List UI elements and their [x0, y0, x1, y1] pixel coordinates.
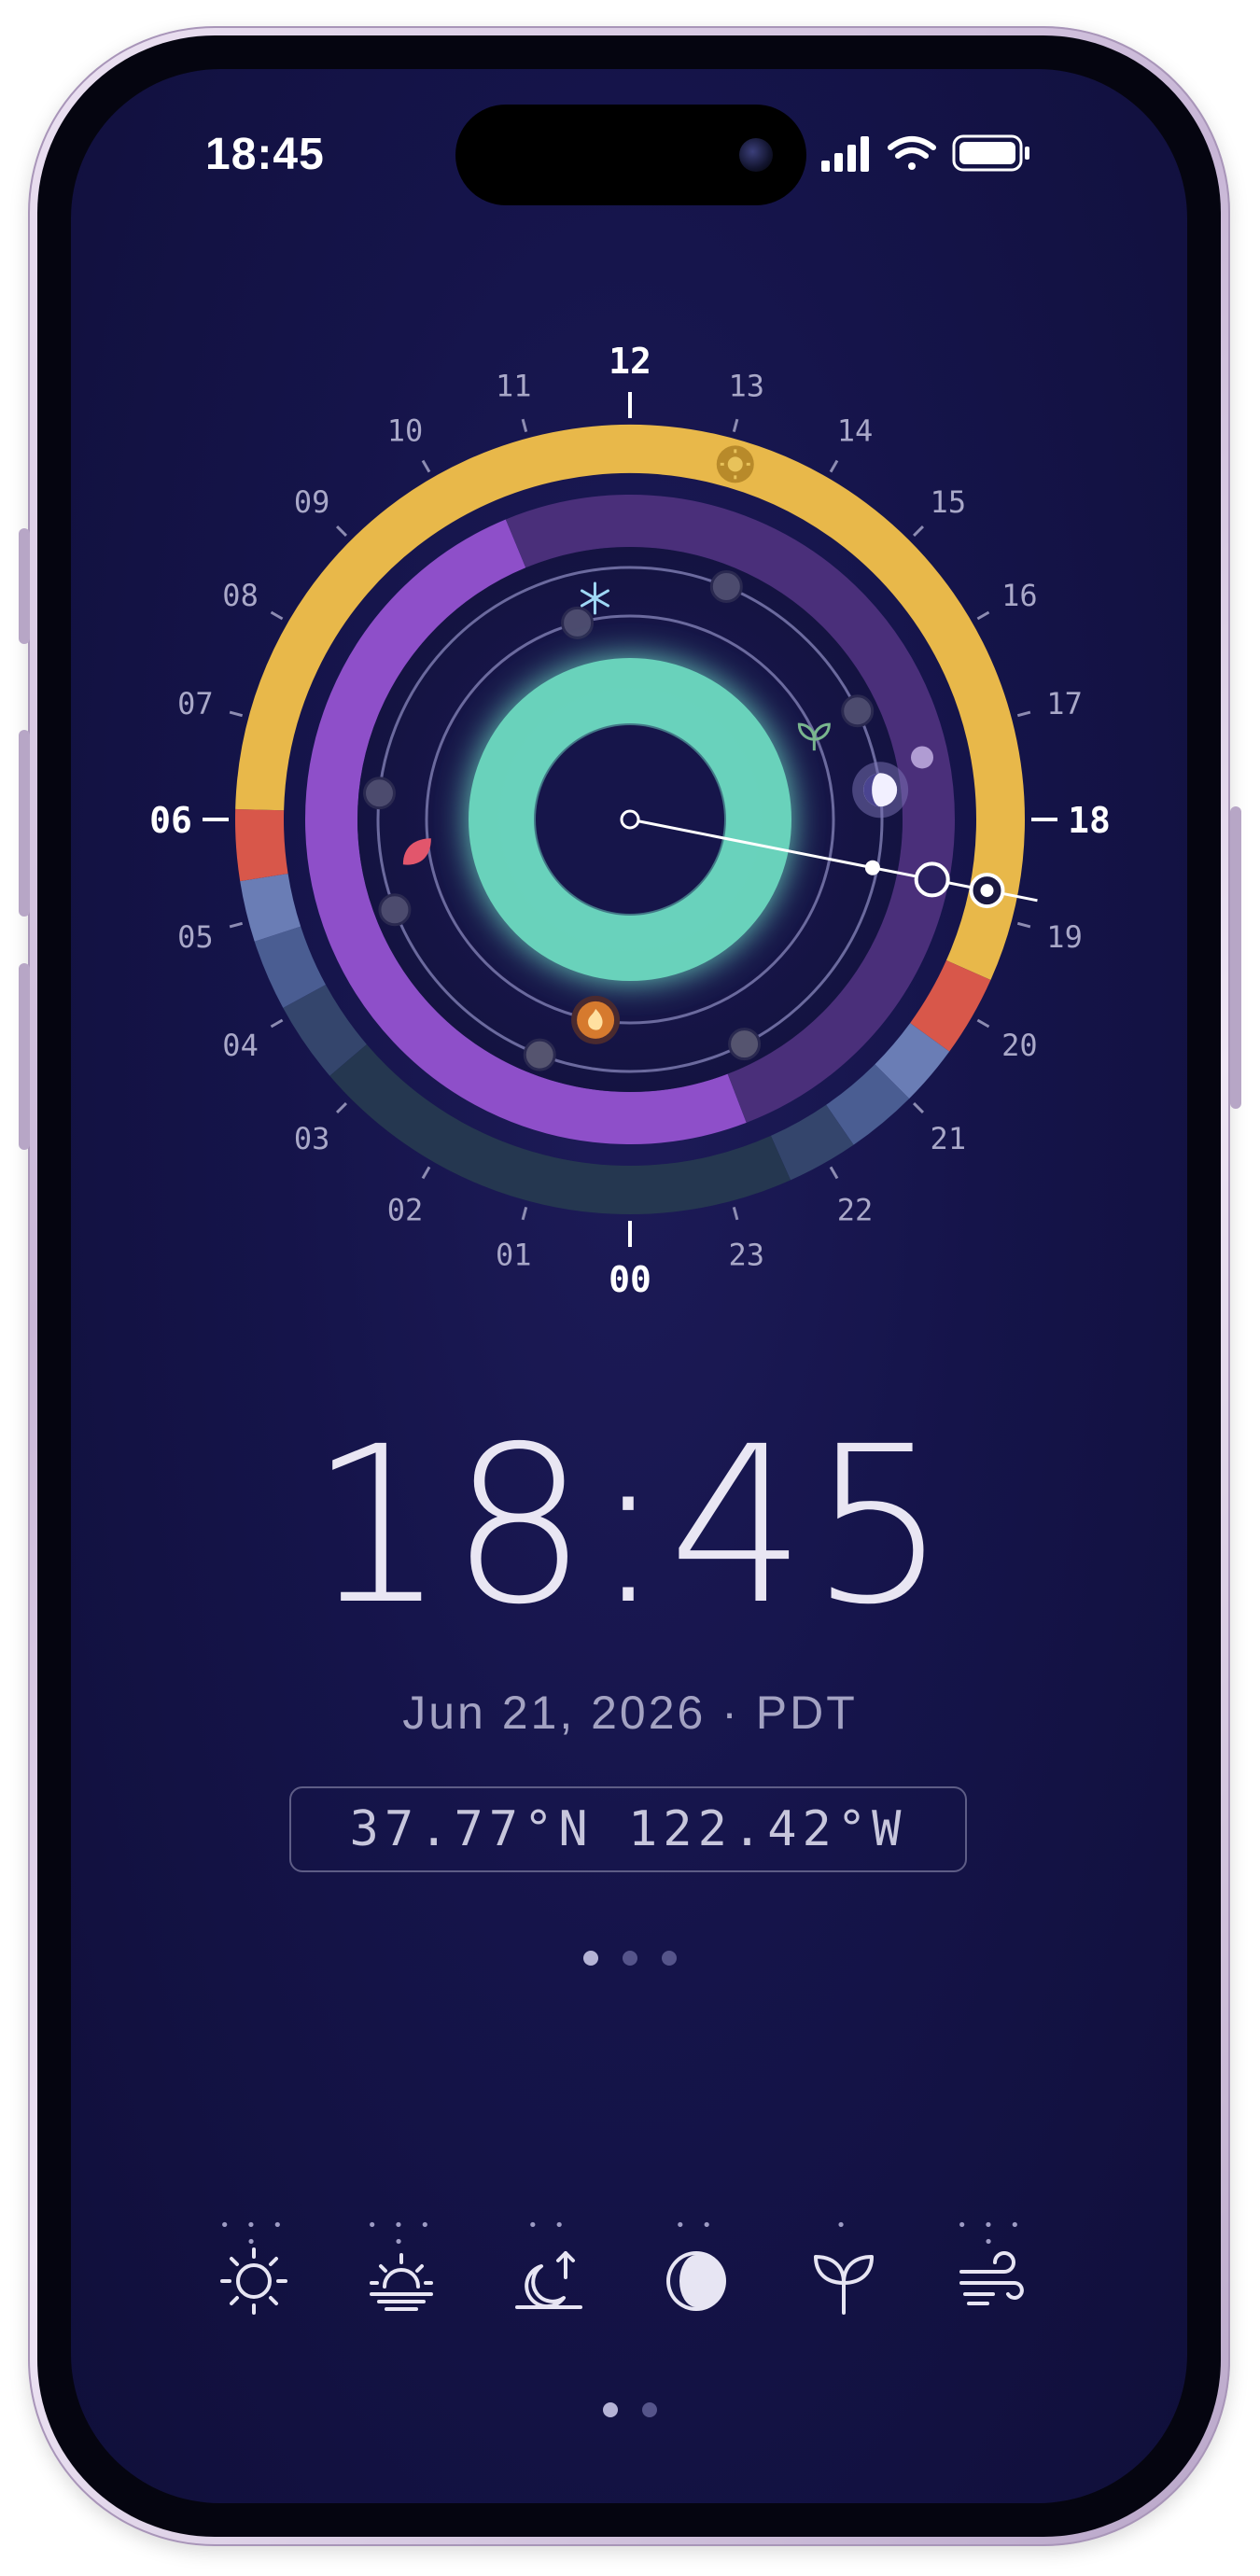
coordinates-box[interactable]: 37.77°N 122.42°W [289, 1786, 967, 1872]
hour-tick [732, 1206, 739, 1221]
moon-phase-icon [666, 2251, 726, 2311]
hour-tick [421, 459, 431, 473]
hour-label: 02 [387, 1192, 424, 1227]
hour-label: 23 [728, 1238, 764, 1273]
hour-tick [912, 525, 925, 538]
dusk-blue-hour-arc [875, 1022, 950, 1099]
flame-icon[interactable] [571, 995, 621, 1044]
hour-label: 15 [931, 484, 967, 520]
tool-pips: • • [527, 2216, 570, 2235]
hour-tick [1016, 921, 1031, 929]
hour-label: 22 [837, 1192, 874, 1227]
hour-label: 04 [222, 1028, 259, 1063]
hour-label: 06 [149, 800, 192, 841]
hour-label: 01 [496, 1238, 532, 1273]
hour-label: 00 [609, 1259, 651, 1300]
hour-label: 13 [728, 368, 764, 403]
hour-tick [976, 1018, 990, 1029]
sun-marker-icon[interactable] [716, 445, 754, 483]
wind-icon [959, 2251, 1024, 2305]
hand-orbit-dot [864, 860, 880, 875]
hour-label: 09 [294, 484, 330, 520]
hand-moon-ring-knob[interactable] [914, 861, 950, 898]
dusk-nautical-arc [825, 1064, 910, 1145]
hour-tick [521, 1206, 528, 1221]
toolbar-moon-phase[interactable]: • • [650, 2218, 743, 2330]
planet-marker[interactable] [561, 606, 595, 639]
hour-label: 10 [387, 413, 424, 449]
hand-sun-ring-knob-center [980, 884, 994, 898]
tool-pips: • [835, 2216, 852, 2235]
main-time: 18:45 [308, 1400, 952, 1652]
sprout-icon [814, 2255, 874, 2315]
hour-label: 08 [222, 578, 259, 613]
day-night-dial[interactable]: 00 01 02 03 04 05 06 07 08 09 10 11 12 13 14 15 16 17 18 19… [0, 0, 1260, 1325]
hour-tick [335, 1101, 348, 1114]
planet-marker[interactable] [728, 1028, 762, 1061]
hour-label: 18 [1068, 800, 1111, 841]
toolbar-growth[interactable]: • [797, 2218, 890, 2330]
hour-tick [229, 921, 244, 929]
dawn-astro-arc [283, 984, 368, 1076]
hour-tick [421, 1166, 431, 1180]
hour-tick [270, 1018, 284, 1029]
planet-marker[interactable] [378, 893, 412, 927]
hour-tick [521, 418, 528, 433]
hour-label: 16 [1001, 578, 1038, 613]
hour-label: 14 [837, 413, 874, 449]
hour-label: 12 [609, 341, 651, 382]
page-dot-2[interactable] [623, 1951, 637, 1966]
hour-label: 21 [931, 1121, 967, 1156]
hour-label: 20 [1001, 1028, 1038, 1063]
hour-tick [732, 418, 739, 433]
bottom-dot-1[interactable] [603, 2402, 618, 2417]
page-dots[interactable] [0, 1951, 1260, 1969]
toolbar-wind[interactable]: • • • • [945, 2218, 1038, 2330]
hour-tick [270, 610, 284, 621]
dusk-astro-arc [770, 1104, 854, 1181]
date-timezone: Jun 21, 2026 · PDT [402, 1687, 858, 1739]
hour-tick [335, 525, 348, 538]
hour-label: 19 [1046, 919, 1083, 955]
moonrise-icon [515, 2251, 582, 2309]
dawn-nautical-arc [254, 926, 327, 1008]
hour-tick [829, 1166, 839, 1180]
hour-label: 05 [177, 919, 214, 955]
planet-marker[interactable] [362, 777, 396, 810]
bottom-page-dots[interactable] [0, 2402, 1260, 2421]
hour-tick [229, 710, 244, 718]
dusk-twilight-arc [909, 959, 991, 1052]
moon-phase-small-icon [911, 746, 934, 769]
toolbar-moonrise[interactable]: • • [502, 2218, 595, 2330]
hour-tick [829, 459, 839, 473]
page-dot-3[interactable] [662, 1951, 677, 1966]
dawn-twilight-arc [235, 808, 288, 882]
hour-label: 03 [294, 1121, 330, 1156]
planet-marker[interactable] [841, 694, 875, 728]
hour-tick [976, 610, 990, 621]
planet-marker[interactable] [523, 1038, 556, 1071]
hand-pivot [620, 809, 640, 830]
bottom-dot-2[interactable] [642, 2402, 657, 2417]
hour-label: 11 [496, 368, 532, 403]
tool-pips: • • [675, 2216, 718, 2235]
planet-marker[interactable] [709, 570, 743, 604]
page-dot-1[interactable] [583, 1951, 598, 1966]
dawn-blue-hour-arc [240, 873, 301, 942]
hour-label: 07 [177, 686, 214, 721]
sun-icon [220, 2247, 287, 2315]
toolbar-sun[interactable]: • • • • [207, 2218, 301, 2330]
hour-tick [912, 1101, 925, 1114]
sunrise-icon [370, 2253, 433, 2311]
hour-tick [1016, 710, 1031, 718]
toolbar-sunrise[interactable]: • • • • [355, 2218, 448, 2330]
hour-label: 17 [1046, 686, 1083, 721]
